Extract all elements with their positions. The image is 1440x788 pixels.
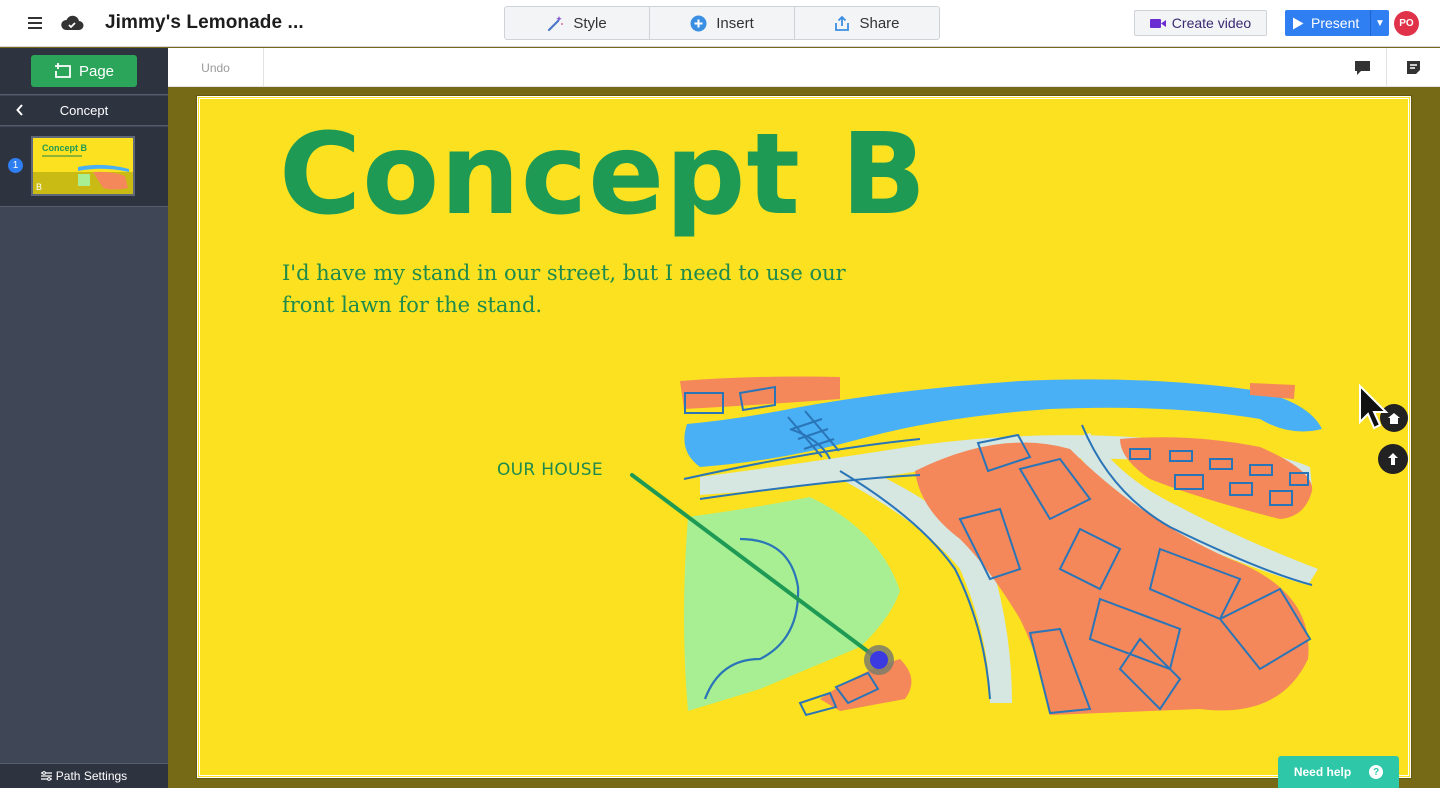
slide-thumbnail-row: 1 Concept B B [0,127,168,207]
toolbar-group: Style Insert Share [504,6,940,40]
secondary-toolbar: Undo [168,48,1440,87]
document-title[interactable]: Jimmy's Lemonade ... [105,12,304,34]
path-settings-button[interactable]: Path Settings [0,763,168,788]
help-question-icon: ? [1369,765,1384,779]
insert-label: Insert [716,14,754,32]
left-sidebar: Page Concept 1 Concept B B Path Settings [0,48,168,788]
our-house-label[interactable]: OUR HOUSE [497,460,603,480]
path-settings-icon [40,771,52,781]
share-label: Share [859,14,900,32]
present-main[interactable]: Present [1285,10,1371,36]
sidebar-nav: Concept [0,96,168,126]
insert-button[interactable]: Insert [650,7,795,39]
thumbnail-number-badge: 1 [8,158,23,173]
plus-circle-icon [690,15,707,31]
thumbnail-badge: B [36,182,43,192]
play-icon [1293,17,1304,29]
thumbnail-map-icon [33,155,133,194]
slide-title[interactable]: Concept B [279,116,927,235]
user-avatar[interactable]: PO [1394,11,1419,36]
add-page-button[interactable]: Page [31,55,137,87]
video-camera-icon [1149,18,1166,28]
slide-canvas[interactable]: Concept B I'd have my stand in our stree… [197,96,1411,778]
slide-thumbnail[interactable]: Concept B B [31,136,135,196]
add-page-icon [54,63,71,78]
present-dropdown-icon[interactable]: ▼ [1371,18,1389,29]
notes-icon[interactable] [1386,48,1440,87]
up-arrow-icon[interactable] [1378,444,1408,474]
comment-icon[interactable] [1338,48,1386,87]
need-help-label: Need help [1293,765,1352,779]
magic-wand-icon [548,15,564,31]
style-button[interactable]: Style [505,7,650,39]
present-button[interactable]: Present ▼ [1285,10,1389,36]
path-settings-label: Path Settings [55,769,128,783]
undo-button[interactable]: Undo [168,48,264,87]
mouse-cursor-icon [1359,384,1389,430]
share-icon [835,15,850,31]
present-label: Present [1311,15,1360,31]
share-button[interactable]: Share [795,7,939,39]
need-help-button[interactable]: Need help ? [1278,756,1399,788]
top-bar: Jimmy's Lemonade ... Style Insert Share [0,0,1440,47]
cloud-saved-icon[interactable] [59,11,85,35]
sidebar-top: Page [0,48,168,95]
page-button-label: Page [78,62,115,80]
sidebar-nav-title: Concept [59,103,109,118]
create-video-button[interactable]: Create video [1134,10,1267,36]
hamburger-menu-icon[interactable] [24,12,46,34]
style-label: Style [573,14,607,32]
slide-body-text[interactable]: I'd have my stand in our street, but I n… [282,257,872,321]
create-video-label: Create video [1171,15,1252,31]
